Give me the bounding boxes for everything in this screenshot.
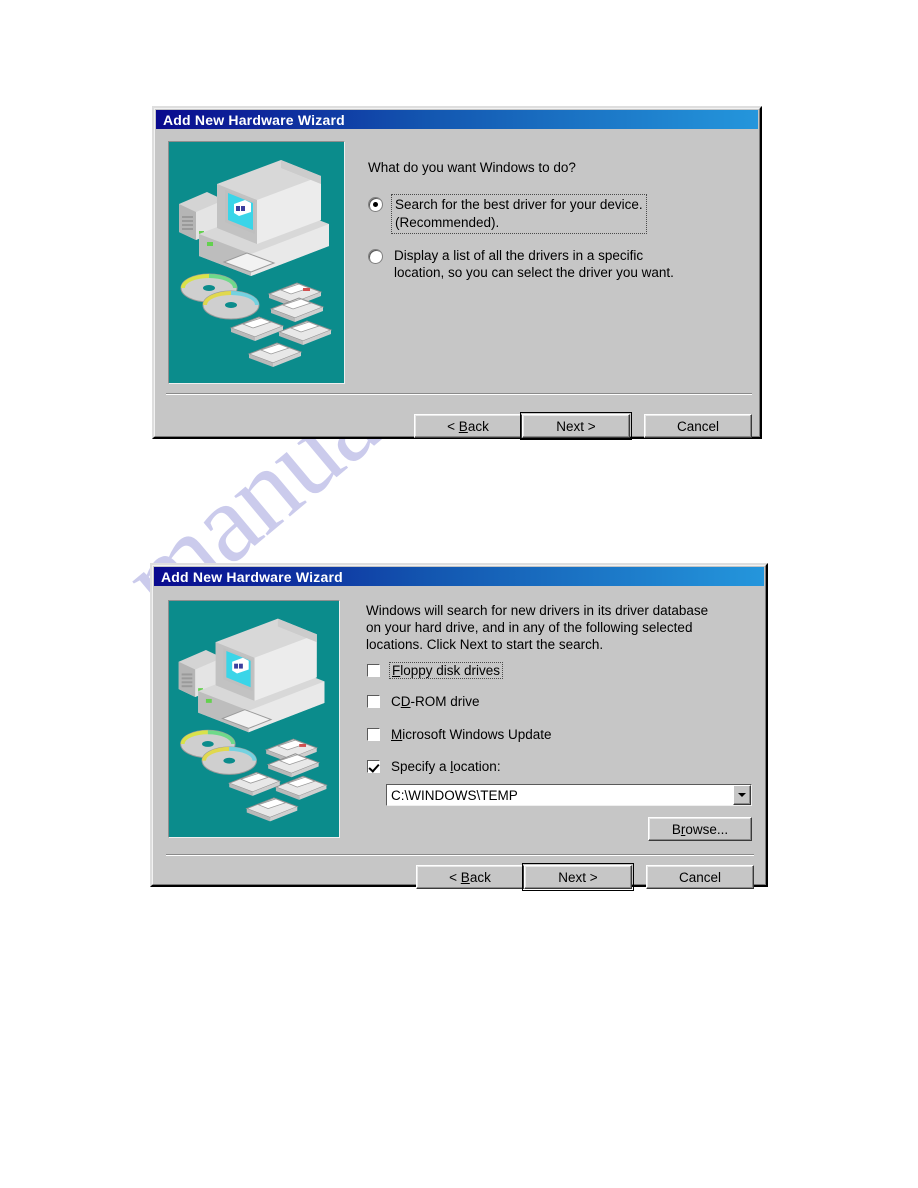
dialog-2-next-label: Next > xyxy=(558,869,598,885)
computer-media-graphic-2 xyxy=(169,601,339,837)
checkbox-cd-rom-drive[interactable]: CD-ROM drive xyxy=(367,694,480,709)
dialog-1-separator xyxy=(166,393,752,395)
dialog-2-cancel-label: Cancel xyxy=(678,869,722,885)
checkbox-unchecked-icon[interactable] xyxy=(367,664,380,677)
checkbox-microsoft-windows-update[interactable]: Microsoft Windows Update xyxy=(367,727,552,742)
dialog-2-illustration xyxy=(168,600,340,838)
checkbox-unchecked-icon[interactable] xyxy=(367,695,380,708)
checkbox-microsoft-windows-update-label: Microsoft Windows Update xyxy=(391,727,552,742)
checkbox-unchecked-icon[interactable] xyxy=(367,728,380,741)
dialog-1-prompt: What do you want Windows to do? xyxy=(368,160,576,175)
checkbox-specify-a-location[interactable]: Specify a location: xyxy=(367,759,501,774)
add-new-hardware-wizard-dialog-2: Add New Hardware Wizard Windows will sea… xyxy=(150,563,768,891)
dialog-2-cancel-button[interactable]: Cancel xyxy=(646,865,754,889)
dialog-1-title: Add New Hardware Wizard xyxy=(163,111,345,128)
radio-unselected-icon[interactable] xyxy=(368,249,383,264)
location-combobox-value[interactable]: C:\WINDOWS\TEMP xyxy=(387,788,733,803)
dialog-1-body: What do you want Windows to do? Search f… xyxy=(156,129,758,440)
chevron-down-glyph xyxy=(738,793,746,797)
dialog-1-back-label: < Back xyxy=(447,418,489,434)
chevron-down-icon[interactable] xyxy=(733,785,751,805)
checkbox-floppy-disk-drives-label: Floppy disk drives xyxy=(389,662,504,679)
dialog-2-prompt-line-3: locations. Click Next to start the searc… xyxy=(366,637,604,652)
radio-display-driver-list[interactable]: Display a list of all the drivers in a s… xyxy=(368,247,674,281)
dialog-2-back-label: < Back xyxy=(449,869,491,885)
dialog-1-illustration xyxy=(168,141,345,384)
dialog-1-cancel-button[interactable]: Cancel xyxy=(644,414,752,438)
dialog-2-titlebar: Add New Hardware Wizard xyxy=(154,567,764,586)
radio-search-best-driver[interactable]: Search for the best driver for your devi… xyxy=(368,194,647,234)
add-new-hardware-wizard-dialog-1: Add New Hardware Wizard What do you want… xyxy=(152,106,762,440)
checkbox-specify-a-location-label: Specify a location: xyxy=(391,759,501,774)
dialog-1-next-button[interactable]: Next > xyxy=(520,412,632,440)
radio-display-driver-list-label: Display a list of all the drivers in a s… xyxy=(394,248,674,280)
radio-search-best-driver-label: Search for the best driver for your devi… xyxy=(395,197,643,230)
browse-button[interactable]: Browse... xyxy=(648,817,752,841)
radio-1-focus-ring: Search for the best driver for your devi… xyxy=(391,194,647,234)
location-combobox[interactable]: C:\WINDOWS\TEMP xyxy=(386,784,752,806)
dialog-2-prompt-line-1: Windows will search for new drivers in i… xyxy=(366,603,709,618)
dialog-2-title: Add New Hardware Wizard xyxy=(161,568,343,585)
dialog-1-titlebar: Add New Hardware Wizard xyxy=(156,110,758,129)
checkbox-cd-rom-drive-label: CD-ROM drive xyxy=(391,694,480,709)
dialog-2-prompt-line-2: on your hard drive, and in any of the fo… xyxy=(366,620,693,635)
dialog-2-separator xyxy=(166,854,754,856)
dialog-2-back-button[interactable]: < Back xyxy=(416,865,524,889)
checkbox-floppy-disk-drives[interactable]: Floppy disk drives xyxy=(367,662,504,679)
radio-selected-icon[interactable] xyxy=(368,197,383,212)
dialog-1-next-label: Next > xyxy=(556,418,596,434)
dialog-1-back-button[interactable]: < Back xyxy=(414,414,522,438)
dialog-2-body: Windows will search for new drivers in i… xyxy=(154,586,764,891)
dialog-1-cancel-label: Cancel xyxy=(676,418,720,434)
computer-media-graphic xyxy=(169,142,344,383)
dialog-2-next-button[interactable]: Next > xyxy=(522,863,634,891)
checkbox-checked-icon[interactable] xyxy=(367,760,380,773)
browse-button-label: Browse... xyxy=(671,821,729,837)
